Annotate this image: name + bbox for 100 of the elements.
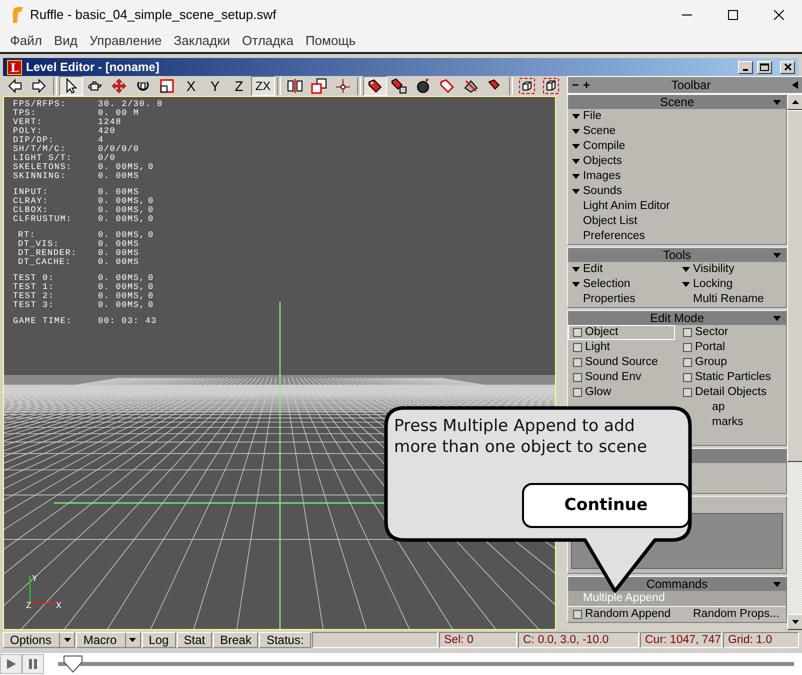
menu-item[interactable]: Отладка bbox=[236, 30, 300, 52]
checkbox[interactable] bbox=[573, 328, 582, 337]
menu-entry[interactable]: Objects bbox=[583, 154, 622, 169]
stat-value: 0. 00MS, bbox=[98, 206, 146, 215]
menu-entry[interactable]: Edit bbox=[583, 262, 603, 277]
collapse-arrow-icon[interactable] bbox=[792, 81, 798, 89]
stat-value: 0/0 bbox=[98, 154, 117, 163]
minimize-button[interactable] bbox=[738, 60, 753, 74]
check-label[interactable]: Random Append bbox=[585, 607, 671, 622]
check-label[interactable]: Group bbox=[695, 355, 727, 370]
check-label[interactable]: Portal bbox=[695, 340, 726, 355]
checkbox[interactable] bbox=[573, 358, 582, 367]
checkbox[interactable] bbox=[573, 373, 582, 382]
dropdown-arrow-icon bbox=[572, 267, 580, 272]
dropdown-arrow-icon bbox=[572, 144, 580, 149]
status-button[interactable]: Log bbox=[142, 632, 176, 648]
checkbox[interactable] bbox=[683, 388, 692, 397]
stat-value: 0. 00MS bbox=[98, 249, 140, 258]
menu-entry[interactable]: Compile bbox=[583, 139, 626, 154]
status-readout: Cur: 1047, 747 bbox=[640, 632, 722, 648]
toolbar-button[interactable] bbox=[363, 76, 387, 96]
stat-value: 0. 00MS bbox=[98, 172, 140, 181]
stat-label: INPUT: bbox=[13, 188, 50, 197]
menu-entry[interactable]: Sounds bbox=[583, 184, 622, 199]
scroll-thumb[interactable] bbox=[787, 110, 802, 462]
check-label[interactable]: Static Particles bbox=[695, 370, 772, 385]
left-arrow-icon bbox=[7, 78, 23, 94]
stat-count: 0 bbox=[148, 163, 155, 172]
close-button[interactable] bbox=[780, 60, 795, 74]
seek-thumb[interactable] bbox=[62, 655, 83, 673]
continue-button[interactable]: Continue bbox=[522, 483, 690, 528]
axis-button[interactable]: X bbox=[179, 76, 203, 96]
status-readout: Grid: 1.0 bbox=[723, 632, 799, 648]
status-readout: Sel: 0 bbox=[439, 632, 517, 648]
menu-entry[interactable]: Images bbox=[583, 169, 621, 184]
check-label[interactable]: Sector bbox=[695, 325, 728, 340]
axis-button[interactable]: Y bbox=[203, 76, 227, 96]
stat-label: LIGHT S/T: bbox=[13, 154, 74, 163]
checkbox[interactable] bbox=[573, 388, 582, 397]
check-label[interactable]: marks bbox=[712, 416, 744, 428]
dropdown-arrow-icon[interactable] bbox=[773, 582, 781, 587]
menu-entry[interactable]: Selection bbox=[583, 277, 630, 292]
menu-entry[interactable]: Preferences bbox=[568, 230, 646, 242]
toolbar-button[interactable] bbox=[59, 76, 83, 96]
stat-label: CLFRUSTUM: bbox=[13, 215, 74, 224]
dropdown-arrow-icon[interactable] bbox=[773, 253, 781, 258]
check-label[interactable]: Glow bbox=[585, 385, 612, 400]
checkbox[interactable] bbox=[683, 373, 692, 382]
app-icon: L bbox=[7, 60, 22, 74]
check-label[interactable]: Detail Objects bbox=[695, 385, 767, 400]
collapse-button[interactable]: − bbox=[572, 76, 580, 94]
menu-entry[interactable]: Properties bbox=[568, 293, 636, 305]
status-button[interactable]: Stat bbox=[176, 632, 212, 648]
status-button[interactable]: Break bbox=[213, 632, 258, 648]
dropdown-arrow-icon bbox=[64, 638, 71, 642]
dropdown-arrow-icon bbox=[572, 129, 580, 134]
checkbox[interactable] bbox=[683, 343, 692, 352]
pause-button[interactable] bbox=[22, 654, 44, 674]
menu-entry[interactable]: Locking bbox=[693, 277, 733, 292]
menu-entry[interactable]: Multi Rename bbox=[678, 293, 764, 305]
maximize-button[interactable] bbox=[757, 60, 772, 74]
menu-item[interactable]: Закладки bbox=[168, 30, 236, 52]
check-label[interactable]: Sound Env bbox=[585, 370, 642, 385]
check-label[interactable]: ap bbox=[712, 401, 725, 413]
menu-item[interactable]: Управление bbox=[84, 30, 168, 52]
dropdown-arrow-icon bbox=[572, 114, 580, 119]
dropdown-arrow-icon[interactable] bbox=[773, 100, 781, 105]
checkbox[interactable] bbox=[573, 343, 582, 352]
check-option[interactable]: Object bbox=[568, 325, 675, 340]
menu-entry[interactable]: Visibility bbox=[693, 262, 734, 277]
stat-value: 0. 00MS, bbox=[98, 215, 146, 224]
menu-entry[interactable]: Object List bbox=[568, 215, 638, 227]
checkbox[interactable] bbox=[573, 610, 582, 619]
menu-entry[interactable]: Light Anim Editor bbox=[568, 200, 670, 212]
checkbox[interactable] bbox=[683, 358, 692, 367]
stat-value: 0. 00 M bbox=[98, 109, 140, 118]
tutorial-message: Press Multiple Append to add more than one object to scene bbox=[394, 415, 648, 457]
split-icon bbox=[287, 78, 303, 94]
menu-entry[interactable]: Random Props... bbox=[678, 608, 780, 620]
status-button[interactable]: Options bbox=[3, 632, 76, 648]
play-button[interactable] bbox=[0, 654, 22, 674]
check-label[interactable]: Light bbox=[585, 340, 610, 355]
dropdown-arrow-icon[interactable] bbox=[773, 316, 781, 321]
stat-value: 0. 00MS bbox=[98, 188, 140, 197]
scroll-down-button[interactable] bbox=[787, 614, 802, 630]
menu-item[interactable]: Вид bbox=[48, 30, 84, 52]
check-label[interactable]: Sound Source bbox=[585, 355, 658, 370]
axis-button[interactable]: ZX bbox=[251, 76, 275, 96]
scroll-up-button[interactable] bbox=[787, 94, 802, 110]
stat-value: 4 bbox=[98, 136, 104, 145]
menu-entry[interactable]: Scene bbox=[583, 124, 616, 139]
menu-item[interactable]: Файл bbox=[4, 30, 48, 52]
expand-button[interactable]: + bbox=[583, 76, 590, 94]
status-button[interactable]: Status: bbox=[259, 632, 311, 648]
status-button[interactable]: Macro bbox=[76, 632, 141, 648]
menu-item[interactable]: Помощь bbox=[299, 30, 362, 52]
menu-entry[interactable]: File bbox=[583, 109, 602, 124]
axis-button[interactable]: Z bbox=[227, 76, 251, 96]
checkbox[interactable] bbox=[683, 328, 692, 337]
ball-icon bbox=[415, 78, 431, 94]
